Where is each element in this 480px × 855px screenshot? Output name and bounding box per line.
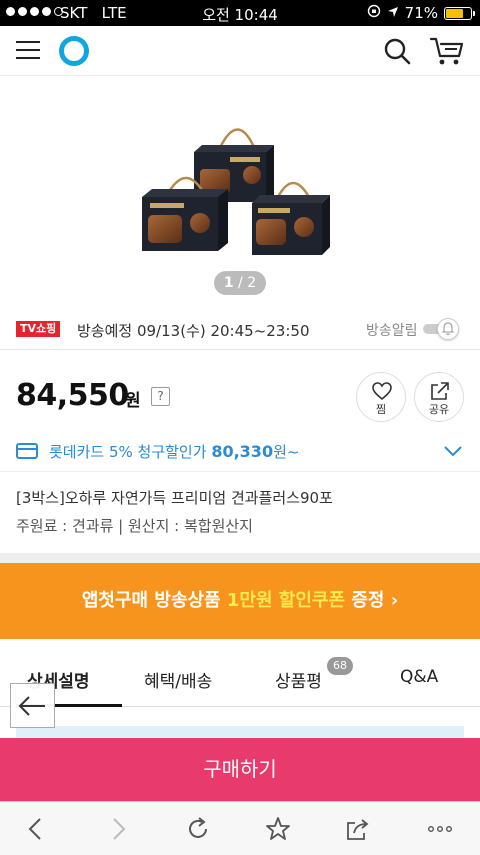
gift-box-image (142, 128, 330, 255)
share-icon (431, 382, 449, 400)
image-page-indicator: 1 / 2 (214, 271, 266, 295)
detail-tabs: 상세설명 혜택/배송 상품평 68 Q&A (0, 657, 480, 707)
search-icon[interactable] (383, 37, 411, 65)
broadcast-schedule-row: TV쇼핑 방송예정 09/13(수) 20:45~23:50 방송알림 (0, 310, 480, 350)
tv-shopping-badge: TV쇼핑 (16, 321, 61, 337)
detail-content-start (16, 726, 464, 738)
cart-icon[interactable] (429, 35, 465, 67)
share-icon[interactable] (344, 815, 372, 843)
app-header (0, 26, 480, 76)
buy-button[interactable]: 구매하기 (0, 738, 480, 801)
location-icon (387, 4, 399, 22)
star-icon[interactable] (264, 815, 292, 843)
product-meta: 주원료 : 견과류 | 원산지 : 복합원산지 (16, 517, 253, 535)
bell-icon (441, 322, 455, 335)
chevron-down-icon[interactable] (442, 440, 464, 462)
broadcast-schedule: 방송예정 09/13(수) 20:45~23:50 (77, 322, 310, 340)
rotation-lock-icon (367, 4, 381, 22)
product-price: 84,550 (16, 378, 129, 413)
price-help-button[interactable]: ? (151, 387, 170, 406)
tab-qna[interactable]: Q&A (400, 667, 438, 687)
reload-icon[interactable] (184, 815, 212, 843)
tab-reviews[interactable]: 상품평 (275, 667, 322, 692)
wish-button[interactable]: 찜 (356, 372, 406, 422)
ring-logo-icon[interactable] (59, 36, 89, 66)
coupon-banner[interactable]: 앱첫구매 방송상품 1만원 할인쿠폰 증정 › (0, 563, 480, 639)
product-title: [3박스]오하루 자연가득 프리미엄 견과플러스90포 (16, 489, 333, 507)
hamburger-menu-icon[interactable] (16, 41, 40, 61)
broadcast-alarm-toggle[interactable] (423, 318, 463, 340)
heart-icon (372, 382, 392, 401)
battery-icon (444, 6, 475, 20)
more-dots-icon[interactable] (426, 815, 454, 843)
arrow-left-icon (18, 696, 45, 716)
floating-back-button[interactable] (10, 683, 55, 728)
tab-benefit-shipping[interactable]: 혜택/배송 (144, 667, 212, 692)
chevron-right-icon[interactable] (104, 815, 132, 843)
share-label: 공유 (428, 403, 450, 416)
battery-percent: 71% (404, 4, 438, 22)
review-count-badge: 68 (327, 657, 353, 675)
credit-card-icon (16, 443, 38, 459)
wish-label: 찜 (375, 403, 387, 416)
broadcast-alarm-label: 방송알림 (366, 323, 418, 339)
section-divider (0, 553, 480, 563)
card-discount-row[interactable]: 롯데카드 5% 청구할인가 80,330원~ (0, 432, 480, 472)
browser-toolbar (0, 801, 480, 855)
card-discount-text: 롯데카드 5% 청구할인가 80,330원~ (49, 442, 300, 461)
price-unit: 원 (125, 391, 141, 411)
product-image[interactable] (0, 77, 480, 301)
chevron-left-icon[interactable] (22, 815, 50, 843)
share-button[interactable]: 공유 (414, 372, 464, 422)
status-bar: SKT LTE 오전 10:44 71% (0, 0, 480, 26)
